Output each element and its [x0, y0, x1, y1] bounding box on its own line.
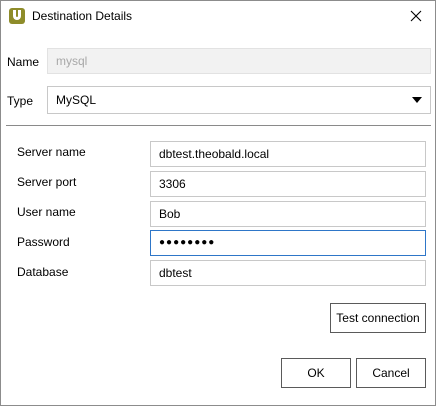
cancel-button[interactable]: Cancel — [356, 358, 426, 388]
test-connection-button[interactable]: Test connection — [330, 303, 426, 333]
server-name-label: Server name — [17, 145, 86, 159]
close-icon — [410, 10, 422, 22]
user-name-label: User name — [17, 205, 76, 219]
dialog-title: Destination Details — [32, 9, 133, 23]
type-label: Type — [7, 94, 34, 108]
name-field[interactable]: mysql — [47, 48, 431, 74]
database-label: Database — [17, 265, 69, 279]
password-input[interactable]: ●●●●●●●● — [150, 230, 426, 256]
section-divider — [6, 125, 431, 126]
server-name-input[interactable]: dbtest.theobald.local — [150, 141, 426, 167]
database-input[interactable]: dbtest — [150, 260, 426, 286]
password-label: Password — [17, 235, 70, 249]
server-port-label: Server port — [17, 175, 77, 189]
type-dropdown[interactable]: MySQL — [47, 86, 431, 114]
user-name-input[interactable]: Bob — [150, 201, 426, 227]
title-bar[interactable]: Destination Details — [1, 1, 435, 32]
ok-button[interactable]: OK — [281, 358, 351, 388]
destination-details-dialog: Destination Details Name mysql Type MySQ… — [0, 0, 436, 406]
chevron-down-icon[interactable] — [404, 87, 430, 111]
close-button[interactable] — [397, 1, 435, 32]
app-logo-icon — [9, 8, 25, 24]
type-dropdown-value: MySQL — [56, 93, 97, 107]
server-port-input[interactable]: 3306 — [150, 171, 426, 197]
name-label: Name — [7, 55, 40, 69]
